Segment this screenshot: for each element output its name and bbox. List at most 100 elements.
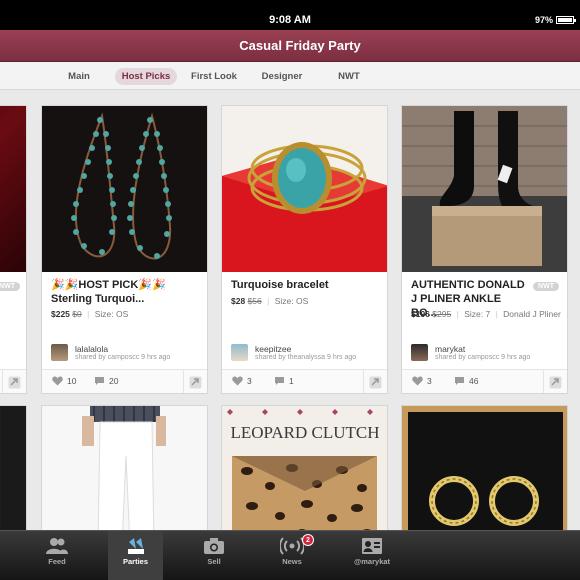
battery-percent: 97% <box>534 15 553 25</box>
listing-card[interactable]: Turquoise bracelet $28 $56 | Size: OS ke… <box>221 105 388 394</box>
avatar[interactable] <box>231 344 248 361</box>
share-button[interactable] <box>363 370 387 393</box>
people-icon <box>46 538 68 554</box>
price-row: $28 $56 | Size: OS <box>231 296 381 306</box>
nwt-badge: NWT <box>0 282 20 291</box>
seller-username[interactable]: lalalalola <box>75 344 108 354</box>
comment-icon <box>275 377 284 385</box>
party-icon <box>127 538 144 554</box>
battery-icon <box>556 16 576 24</box>
sharer-info[interactable]: lalalalola shared by camposcc 9 hrs ago <box>51 344 201 364</box>
bottom-nav: Feed Parties Sell 2 News @marykat <box>0 530 580 580</box>
original-price: $295 <box>432 309 452 319</box>
comments-button[interactable]: 46 <box>454 376 478 386</box>
leopard-clutch-image: LEOPARD CLUTCH <box>222 406 387 544</box>
listing-card-partial[interactable]: NWT <box>0 105 27 394</box>
listing-title[interactable]: Turquoise bracelet <box>231 278 381 292</box>
listing-image[interactable] <box>222 106 387 272</box>
tab-first-look[interactable]: First Look <box>186 68 242 85</box>
nav-profile[interactable]: @marykat <box>342 531 402 580</box>
listing-title[interactable]: 🎉🎉HOST PICK🎉🎉Sterling Turquoi... <box>51 278 201 306</box>
nav-label: @marykat <box>353 557 391 566</box>
listing-brand: Donald J Pliner <box>503 309 561 319</box>
title-bar: Casual Friday Party <box>0 30 580 62</box>
listing-image[interactable]: LEOPARD CLUTCH <box>222 406 387 544</box>
listing-card[interactable] <box>401 405 568 545</box>
listing-price: $225 <box>51 309 70 319</box>
avatar[interactable] <box>411 344 428 361</box>
card-footer <box>0 369 26 393</box>
listing-image[interactable] <box>42 106 207 272</box>
heart-icon <box>52 376 63 386</box>
sharer-info[interactable]: keepitzee shared by theanalyssa 9 hrs ag… <box>231 344 381 364</box>
price-row: $196 $295 | Size: 7 | Donald J Pliner <box>411 309 561 319</box>
likes-count: 10 <box>67 376 77 386</box>
battery-indicator: 97% <box>534 15 576 25</box>
listing-price: $196 <box>411 309 430 319</box>
price-separator: | <box>456 309 459 319</box>
battery-fill <box>558 18 572 22</box>
nav-label: Feed <box>48 557 66 566</box>
nav-sell[interactable]: Sell <box>186 531 242 580</box>
comments-count: 1 <box>289 376 294 386</box>
clutch-image-text: LEOPARD CLUTCH <box>230 423 379 442</box>
camera-icon <box>204 538 224 554</box>
comments-button[interactable]: 20 <box>94 376 118 386</box>
party-tabs: Main Host Picks First Look Designer NWT <box>0 62 580 90</box>
avatar[interactable] <box>51 344 68 361</box>
seller-username[interactable]: marykat <box>435 344 465 354</box>
listing-size: Size: OS <box>274 296 309 306</box>
likes-count: 3 <box>247 376 252 386</box>
listing-size: Size: 7 <box>464 309 491 319</box>
nav-label: Parties <box>122 557 149 566</box>
nav-news[interactable]: 2 News <box>264 531 320 580</box>
price-separator: | <box>87 309 90 319</box>
likes-button[interactable]: 3 <box>412 376 432 386</box>
nav-feed[interactable]: Feed <box>28 531 86 580</box>
status-time: 9:08 AM <box>269 14 311 26</box>
sharer-info[interactable]: marykat shared by camposcc 9 hrs ago <box>411 344 561 364</box>
listing-image[interactable] <box>402 106 567 272</box>
tab-nwt[interactable]: NWT <box>330 68 368 85</box>
turquoise-earrings-image <box>42 106 207 272</box>
listing-price: $28 <box>231 296 246 306</box>
shared-by-text: shared by theanalyssa 9 hrs ago <box>255 354 357 361</box>
comments-count: 20 <box>109 376 119 386</box>
seller-username[interactable]: keepitzee <box>255 344 291 354</box>
tab-designer[interactable]: Designer <box>255 68 309 85</box>
comment-icon <box>95 377 104 385</box>
listing-card[interactable]: LEOPARD CLUTCH <box>221 405 388 545</box>
price-separator: | <box>495 309 498 319</box>
ankle-boots-image <box>402 106 567 272</box>
share-button[interactable] <box>183 370 207 393</box>
price-row: $225 $0 | Size: OS <box>51 309 201 319</box>
comments-count: 46 <box>469 376 479 386</box>
white-jeans-image <box>42 406 207 544</box>
tab-host-picks[interactable]: Host Picks <box>115 68 177 85</box>
heart-icon <box>412 376 423 386</box>
likes-button[interactable]: 10 <box>52 376 76 386</box>
share-icon <box>369 376 382 388</box>
page-title: Casual Friday Party <box>239 38 361 53</box>
nav-parties[interactable]: Parties <box>108 531 163 580</box>
app-screen: 9:08 AM 97% Casual Friday Party Main Hos… <box>0 0 580 580</box>
likes-count: 3 <box>427 376 432 386</box>
listing-image[interactable] <box>0 406 26 544</box>
profile-card-icon <box>362 538 382 554</box>
listing-card[interactable] <box>41 405 208 545</box>
heart-icon <box>232 376 243 386</box>
comments-button[interactable]: 1 <box>274 376 294 386</box>
listing-image[interactable] <box>0 106 26 272</box>
tab-main[interactable]: Main <box>58 68 100 85</box>
listing-image[interactable] <box>402 406 567 544</box>
likes-button[interactable]: 3 <box>232 376 252 386</box>
share-button[interactable] <box>2 370 26 393</box>
listing-card[interactable]: AUTHENTIC DONALD J PLINER ANKLE BO... NW… <box>401 105 568 394</box>
original-price: $0 <box>72 309 82 319</box>
listing-image[interactable] <box>42 406 207 544</box>
listing-card[interactable]: 🎉🎉HOST PICK🎉🎉Sterling Turquoi... $225 $0… <box>41 105 208 394</box>
share-button[interactable] <box>543 370 567 393</box>
listing-card-partial[interactable] <box>0 405 27 545</box>
nwt-badge: NWT <box>533 282 559 291</box>
gold-hoops-image <box>402 406 567 544</box>
